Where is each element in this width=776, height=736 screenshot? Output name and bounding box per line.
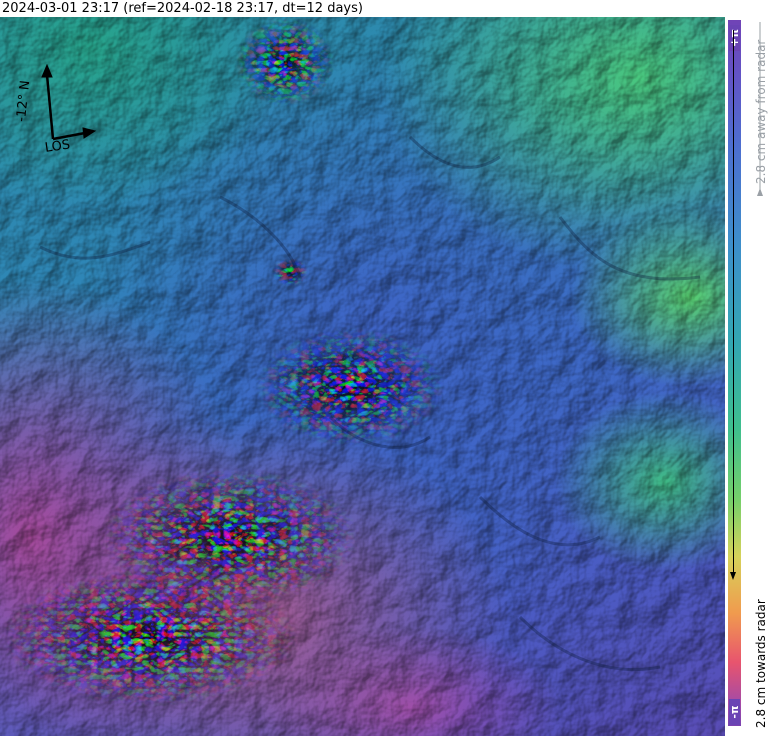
- image-title: 2024-03-01 23:17 (ref=2024-02-18 23:17, …: [2, 1, 363, 16]
- colorbar-arrows: [748, 20, 763, 572]
- towards-arrow-line: [733, 30, 734, 575]
- towards-arrow-head-icon: [730, 572, 736, 580]
- colorbar-top-label: +π: [728, 25, 741, 51]
- interferogram-map: -12° N LOS: [0, 17, 725, 736]
- towards-arrow-icon: [748, 20, 760, 572]
- phase-colorbar: [728, 20, 741, 726]
- colorbar-bottom-label: -π: [728, 699, 741, 725]
